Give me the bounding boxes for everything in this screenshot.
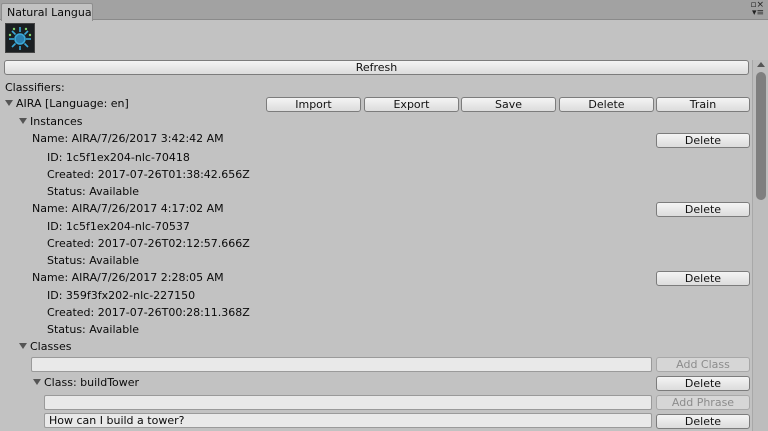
instance-name: Name: AIRA/7/26/2017 4:17:02 AM (32, 202, 224, 215)
add-phrase-button[interactable]: Add Phrase (656, 395, 750, 410)
tab-natural-language[interactable]: Natural Langua (1, 3, 93, 21)
expand-triangle-icon[interactable] (19, 118, 27, 124)
phrase-input[interactable]: How can I build a tower? (44, 413, 652, 428)
instance-id: ID: 1c5f1ex204-nlc-70537 (47, 220, 190, 233)
window-tab-bar: Natural Langua ▫× ▾≡ (0, 0, 768, 21)
classifiers-label: Classifiers: (5, 81, 65, 94)
delete-class-button[interactable]: Delete (656, 376, 750, 391)
vertical-scrollbar[interactable] (752, 60, 768, 431)
expand-triangle-icon[interactable] (19, 343, 27, 349)
instance-status: Status: Available (47, 254, 140, 267)
delete-instance-button[interactable]: Delete (656, 202, 750, 217)
window-controls: ▫× ▾≡ (750, 1, 764, 18)
instance-id: ID: 359f3fx202-nlc-227150 (47, 289, 196, 302)
scrollbar-thumb[interactable] (756, 72, 766, 200)
train-button[interactable]: Train (656, 97, 750, 112)
instance-name: Name: AIRA/7/26/2017 3:42:42 AM (32, 132, 224, 145)
instances-label: Instances (30, 115, 83, 128)
instance-created: Created: 2017-07-26T02:12:57.666Z (47, 237, 250, 250)
instance-created: Created: 2017-07-26T00:28:11.368Z (47, 306, 250, 319)
new-class-input[interactable] (31, 357, 652, 372)
classifier-name: AIRA [Language: en] (16, 97, 129, 110)
import-button[interactable]: Import (266, 97, 361, 112)
refresh-button[interactable]: Refresh (4, 60, 749, 75)
watson-logo-icon (5, 23, 35, 53)
class-name: Class: buildTower (44, 376, 140, 389)
instance-name: Name: AIRA/7/26/2017 2:28:05 AM (32, 271, 224, 284)
delete-classifier-button[interactable]: Delete (559, 97, 654, 112)
expand-triangle-icon[interactable] (5, 100, 13, 106)
delete-phrase-button[interactable]: Delete (656, 414, 750, 429)
instance-created: Created: 2017-07-26T01:38:42.656Z (47, 168, 250, 181)
add-class-button[interactable]: Add Class (656, 357, 750, 372)
expand-triangle-icon[interactable] (33, 379, 41, 385)
menu-icon[interactable]: ▾≡ (750, 9, 764, 18)
classes-label: Classes (30, 340, 72, 353)
export-button[interactable]: Export (364, 97, 459, 112)
instance-status: Status: Available (47, 185, 140, 198)
scroll-up-arrow-icon[interactable] (757, 62, 765, 67)
delete-instance-button[interactable]: Delete (656, 271, 750, 286)
instance-status: Status: Available (47, 323, 140, 336)
save-button[interactable]: Save (461, 97, 556, 112)
instance-id: ID: 1c5f1ex204-nlc-70418 (47, 151, 190, 164)
new-phrase-input[interactable] (44, 395, 652, 410)
delete-instance-button[interactable]: Delete (656, 133, 750, 148)
